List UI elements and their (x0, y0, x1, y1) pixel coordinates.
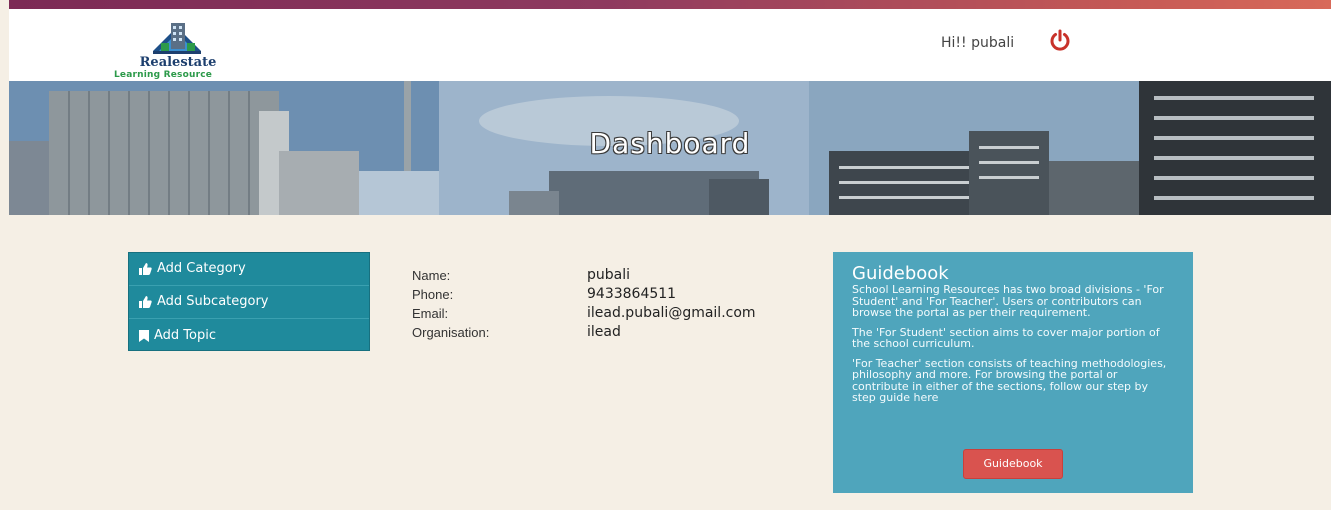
sidebar-item-label: Add Topic (154, 327, 216, 343)
thumbs-up-icon (139, 296, 152, 308)
guidebook-paragraph: The 'For Student' section aims to cover … (852, 325, 1160, 350)
profile-row-email: Email: ilead.pubali@gmail.com (412, 305, 792, 325)
admin-sidebar-menu: Add Category Add Subcategory Add Topic (128, 252, 370, 351)
logo[interactable]: Realestate Learning Resource (114, 21, 254, 80)
guidebook-paragraph: 'For Teacher' section consists of teachi… (852, 356, 1167, 404)
bookmark-icon (139, 329, 149, 342)
dashboard-banner: Dashboard (9, 81, 1331, 215)
sidebar-item-label: Add Subcategory (157, 294, 269, 309)
profile-row-organisation: Organisation: ilead (412, 324, 792, 344)
sidebar-item-label: Add Category (157, 261, 246, 276)
logo-title: Realestate (139, 55, 217, 70)
profile-value: ilead (587, 324, 621, 340)
profile-value: 9433864511 (587, 286, 677, 302)
page-title: Dashboard (589, 127, 751, 160)
guidebook-panel: Guidebook School Learning Resources has … (833, 252, 1193, 493)
house-logo-icon (153, 23, 201, 54)
header: Realestate Learning Resource Hi!! pubali (9, 9, 1331, 81)
sidebar-item-add-category[interactable]: Add Category (129, 253, 369, 286)
sidebar-item-add-topic[interactable]: Add Topic (129, 319, 369, 352)
profile-label: Name: (412, 268, 451, 283)
profile-value: ilead.pubali@gmail.com (587, 305, 756, 321)
profile-details: Name: pubali Phone: 9433864511 Email: il… (412, 267, 792, 344)
top-accent-stripe (9, 0, 1331, 9)
guidebook-button[interactable]: Guidebook (963, 449, 1063, 479)
guidebook-title: Guidebook (852, 263, 949, 284)
profile-label: Organisation: (412, 325, 490, 340)
thumbs-up-icon (139, 263, 152, 275)
profile-label: Phone: (412, 287, 454, 302)
profile-label: Email: (412, 306, 449, 321)
user-greeting: Hi!! pubali (941, 35, 1015, 51)
guidebook-paragraph: School Learning Resources has two broad … (852, 283, 1164, 319)
logo-subtitle: Learning Resource (114, 70, 213, 80)
profile-row-name: Name: pubali (412, 267, 792, 287)
profile-value: pubali (587, 267, 631, 283)
power-icon[interactable] (1049, 29, 1071, 51)
profile-row-phone: Phone: 9433864511 (412, 286, 792, 306)
sidebar-item-add-subcategory[interactable]: Add Subcategory (129, 286, 369, 319)
